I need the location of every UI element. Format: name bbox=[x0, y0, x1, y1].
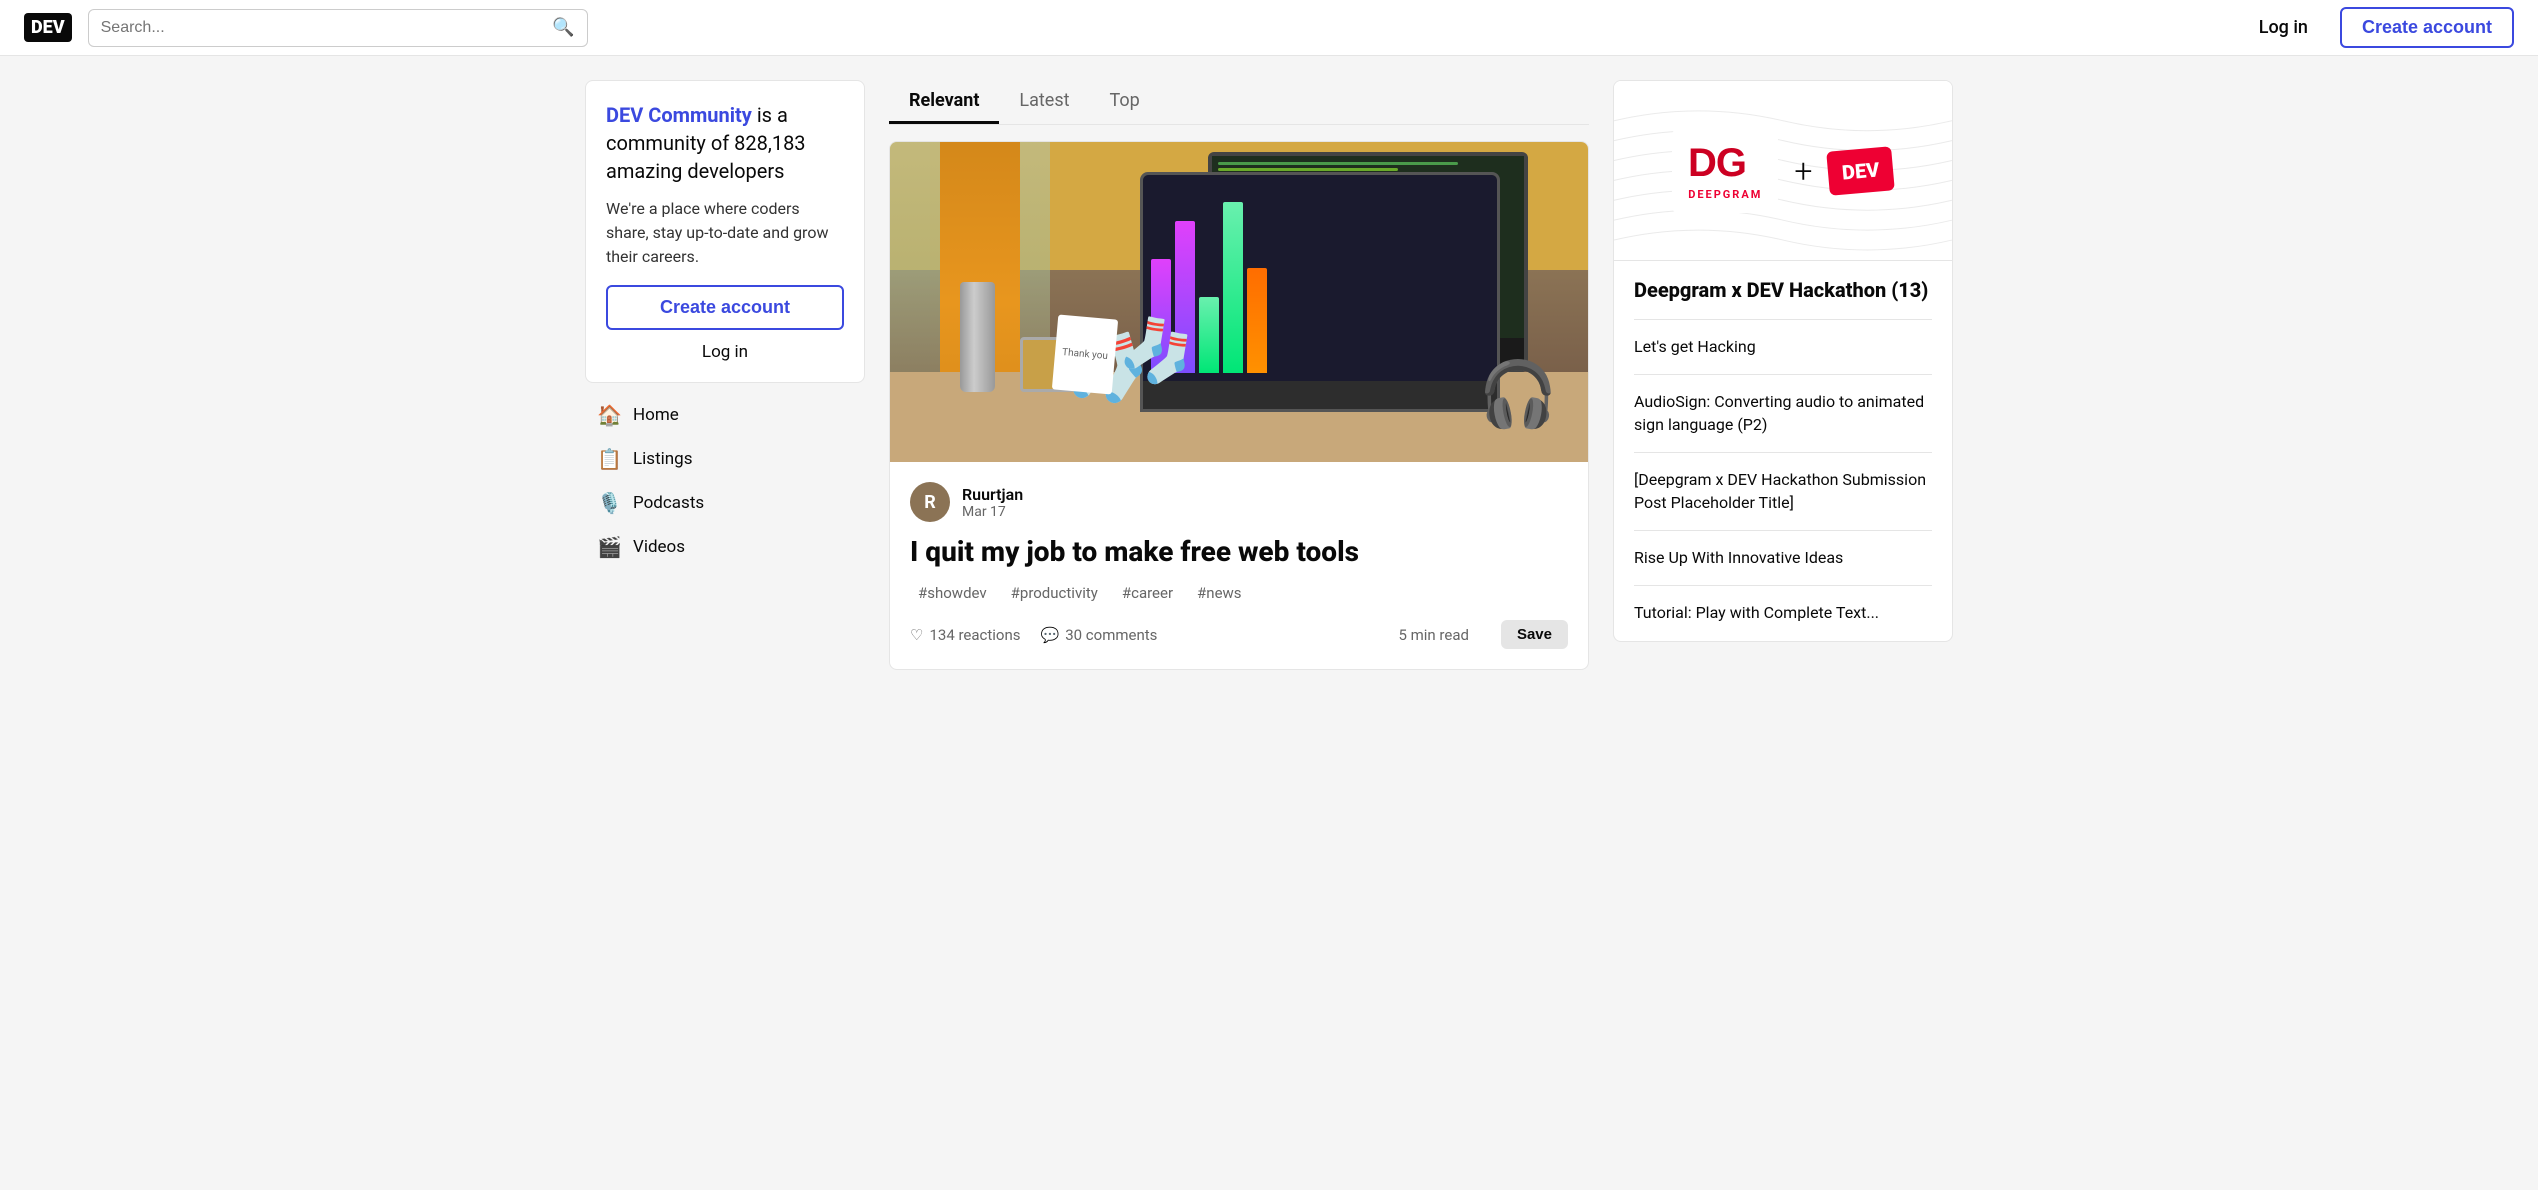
author-row: R Ruurtjan Mar 17 bbox=[910, 482, 1568, 522]
article-card: 🧦 🧦 🎧 Thank you R Ruurtjan Mar 17 bbox=[889, 141, 1589, 670]
header-login-link[interactable]: Log in bbox=[2243, 9, 2324, 46]
tag-news[interactable]: #news bbox=[1189, 582, 1250, 604]
sidebar-item-home[interactable]: 🏠 Home bbox=[585, 395, 865, 435]
hackathon-logos: DG DEEPGRAM + DEV bbox=[1672, 129, 1894, 213]
hackathon-title[interactable]: Deepgram x DEV Hackathon (13) bbox=[1634, 277, 1932, 303]
sidebar-item-listings[interactable]: 📋 Listings bbox=[585, 439, 865, 479]
dev-badge: DEV bbox=[1827, 146, 1896, 196]
tag-career[interactable]: #career bbox=[1114, 582, 1181, 604]
tab-latest[interactable]: Latest bbox=[999, 80, 1089, 124]
save-button[interactable]: Save bbox=[1501, 620, 1568, 649]
heart-icon: ♡ bbox=[910, 626, 923, 644]
article-meta: ♡ 134 reactions 💬 30 comments 5 min read… bbox=[910, 620, 1568, 649]
tab-top[interactable]: Top bbox=[1090, 80, 1160, 124]
comment-icon: 💬 bbox=[1041, 626, 1060, 644]
avatar-initial: R bbox=[924, 492, 936, 513]
sidebar-nav-videos-label: Videos bbox=[633, 537, 685, 557]
hackathon-link-3[interactable]: [Deepgram x DEV Hackathon Submission Pos… bbox=[1634, 469, 1932, 514]
reactions-label: 134 reactions bbox=[929, 626, 1020, 644]
author-date: Mar 17 bbox=[962, 504, 1023, 520]
hackathon-links: Deepgram x DEV Hackathon (13) Let's get … bbox=[1614, 261, 1952, 641]
read-time: 5 min read bbox=[1398, 626, 1468, 644]
home-icon: 🏠 bbox=[597, 403, 621, 427]
feed-tabs: Relevant Latest Top bbox=[889, 80, 1589, 125]
header-create-account-button[interactable]: Create account bbox=[2340, 7, 2514, 48]
hackathon-header: DG DEEPGRAM + DEV bbox=[1614, 81, 1952, 261]
deepgram-logo: DG DEEPGRAM bbox=[1672, 129, 1778, 213]
tag-productivity[interactable]: #productivity bbox=[1003, 582, 1106, 604]
divider5 bbox=[1634, 585, 1932, 586]
podcasts-icon: 🎙️ bbox=[597, 491, 621, 515]
sidebar-description: We're a place where coders share, stay u… bbox=[606, 197, 844, 269]
hackathon-card: DG DEEPGRAM + DEV Deepgram x DEV Hackath… bbox=[1613, 80, 1953, 642]
article-title[interactable]: I quit my job to make free web tools bbox=[910, 534, 1568, 570]
article-cover-image: 🧦 🧦 🎧 Thank you bbox=[890, 142, 1588, 462]
page-layout: DEV Community is a community of 828,183 … bbox=[569, 56, 1969, 694]
hackathon-link-1[interactable]: Let's get Hacking bbox=[1634, 336, 1932, 358]
laptop bbox=[1140, 172, 1500, 412]
author-info: Ruurtjan Mar 17 bbox=[962, 485, 1023, 520]
left-sidebar: DEV Community is a community of 828,183 … bbox=[585, 80, 865, 670]
hackathon-link-4[interactable]: Rise Up With Innovative Ideas bbox=[1634, 547, 1932, 569]
plus-icon: + bbox=[1794, 152, 1812, 190]
sidebar-login-link[interactable]: Log in bbox=[606, 342, 844, 362]
sidebar-nav-podcasts-label: Podcasts bbox=[633, 493, 704, 513]
author-avatar: R bbox=[910, 482, 950, 522]
socks-emoji2: 🧦 bbox=[1115, 316, 1199, 388]
sidebar-tagline: DEV Community is a community of 828,183 … bbox=[606, 101, 844, 185]
right-sidebar: DG DEEPGRAM + DEV Deepgram x DEV Hackath… bbox=[1613, 80, 1953, 670]
sidebar-community-card: DEV Community is a community of 828,183 … bbox=[585, 80, 865, 383]
sidebar-create-account-button[interactable]: Create account bbox=[606, 285, 844, 330]
sidebar-nav-listings-label: Listings bbox=[633, 449, 692, 469]
deepgram-sub-label: DEEPGRAM bbox=[1688, 188, 1762, 201]
header: DEV 🔍 Log in Create account bbox=[0, 0, 2538, 56]
sidebar-nav: 🏠 Home 📋 Listings 🎙️ Podcasts 🎬 Videos bbox=[585, 395, 865, 567]
reactions-count[interactable]: ♡ 134 reactions bbox=[910, 626, 1021, 644]
hackathon-link-5[interactable]: Tutorial: Play with Complete Text... bbox=[1634, 602, 1932, 624]
comments-count[interactable]: 💬 30 comments bbox=[1041, 626, 1158, 644]
divider bbox=[1634, 319, 1932, 320]
divider3 bbox=[1634, 452, 1932, 453]
dev-logo[interactable]: DEV bbox=[24, 13, 72, 42]
laptop-screen bbox=[1143, 175, 1497, 381]
videos-icon: 🎬 bbox=[597, 535, 621, 559]
divider2 bbox=[1634, 374, 1932, 375]
search-bar[interactable]: 🔍 bbox=[88, 9, 588, 47]
sidebar-item-videos[interactable]: 🎬 Videos bbox=[585, 527, 865, 567]
thermos bbox=[960, 282, 995, 392]
hackathon-link-2[interactable]: AudioSign: Converting audio to animated … bbox=[1634, 391, 1932, 436]
sidebar-nav-home-label: Home bbox=[633, 405, 679, 425]
tab-relevant[interactable]: Relevant bbox=[889, 80, 999, 124]
deepgram-dg-text: DG bbox=[1688, 141, 1762, 188]
search-input[interactable] bbox=[101, 19, 545, 37]
listings-icon: 📋 bbox=[597, 447, 621, 471]
search-icon: 🔍 bbox=[552, 17, 574, 38]
svg-text:DG: DG bbox=[1688, 141, 1746, 181]
divider4 bbox=[1634, 530, 1932, 531]
main-feed: Relevant Latest Top bbox=[889, 80, 1589, 670]
thank-you-card: Thank you bbox=[1052, 315, 1118, 395]
tag-showdev[interactable]: #showdev bbox=[910, 582, 995, 604]
comments-label: 30 comments bbox=[1065, 626, 1157, 644]
article-tags: #showdev #productivity #career #news bbox=[910, 582, 1568, 604]
sidebar-item-podcasts[interactable]: 🎙️ Podcasts bbox=[585, 483, 865, 523]
author-name[interactable]: Ruurtjan bbox=[962, 485, 1023, 504]
headphones-emoji: 🎧 bbox=[1478, 357, 1558, 432]
brand-name: DEV Community bbox=[606, 103, 752, 127]
article-body: R Ruurtjan Mar 17 I quit my job to make … bbox=[890, 462, 1588, 669]
dg-svg: DG bbox=[1688, 141, 1748, 181]
